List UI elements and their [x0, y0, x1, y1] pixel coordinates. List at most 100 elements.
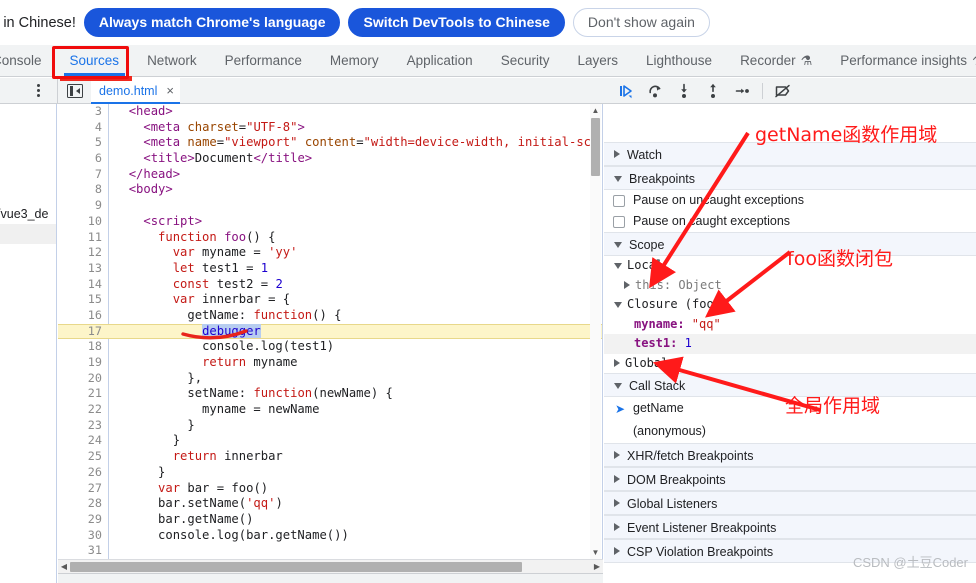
line-number[interactable]: 22 — [58, 402, 102, 418]
code-line[interactable]: 8 <body> — [58, 182, 602, 198]
line-number[interactable]: 15 — [58, 292, 102, 308]
tab-sources[interactable]: Sources — [56, 45, 134, 76]
code-line[interactable]: 5 <meta name="viewport" content="width=d… — [58, 135, 602, 151]
line-number[interactable]: 25 — [58, 449, 102, 465]
scrollbar-thumb[interactable] — [70, 562, 522, 572]
line-number[interactable]: 9 — [58, 198, 102, 214]
chevron-right-icon[interactable] — [614, 358, 620, 367]
line-number[interactable]: 27 — [58, 481, 102, 497]
scope-group-row[interactable]: Global — [604, 353, 976, 373]
code-line[interactable]: 16 getName: function() { — [58, 308, 602, 324]
code-line[interactable]: 4 <meta charset="UTF-8"> — [58, 120, 602, 136]
checkbox-icon[interactable] — [613, 194, 625, 207]
pause-on-uncaught-exceptions-row[interactable]: Pause on uncaught exceptions — [604, 190, 976, 211]
scroll-left-arrow-icon[interactable]: ◀ — [58, 560, 70, 574]
line-number[interactable]: 6 — [58, 151, 102, 167]
line-number[interactable]: 14 — [58, 277, 102, 293]
code-line[interactable]: 17 debugger — [58, 323, 602, 340]
code-line[interactable]: 15 var innerbar = { — [58, 292, 602, 308]
nav-row-selected[interactable] — [0, 224, 56, 244]
code-editor[interactable]: 3 <head> 4 <meta charset="UTF-8"> 5 <meta … — [58, 104, 603, 559]
nav-row[interactable] — [0, 104, 56, 124]
line-number[interactable]: 17 — [58, 324, 102, 340]
line-number[interactable]: 10 — [58, 214, 102, 230]
line-number[interactable]: 16 — [58, 308, 102, 324]
deactivate-breakpoints-icon[interactable] — [770, 80, 796, 102]
tab-security[interactable]: Security — [487, 45, 564, 76]
tab-recorder[interactable]: Recorder ⚗ — [726, 45, 826, 76]
code-line[interactable]: 21 setName: function(newName) { — [58, 386, 602, 402]
scope-this-row[interactable]: this: Object — [604, 275, 976, 295]
section-scope[interactable]: Scope — [604, 232, 976, 256]
code-line[interactable]: 28 bar.setName('qq') — [58, 496, 602, 512]
line-number[interactable]: 26 — [58, 465, 102, 481]
resume-script-execution-icon[interactable] — [613, 80, 639, 102]
code-line[interactable]: 19 return myname — [58, 355, 602, 371]
scope-group-row[interactable]: Closure (foo) — [604, 295, 976, 315]
line-number[interactable]: 12 — [58, 245, 102, 261]
section-global-listeners[interactable]: Global Listeners — [604, 491, 976, 515]
code-line[interactable]: 27 var bar = foo() — [58, 481, 602, 497]
chevron-right-icon[interactable] — [624, 280, 630, 289]
code-line[interactable]: 3 <head> — [58, 104, 602, 120]
line-number[interactable]: 18 — [58, 339, 102, 355]
line-number[interactable]: 13 — [58, 261, 102, 277]
chevron-down-icon[interactable] — [614, 263, 622, 269]
line-number[interactable]: 31 — [58, 543, 102, 559]
tab-lighthouse[interactable]: Lighthouse — [632, 45, 726, 76]
code-line[interactable]: 25 return innerbar — [58, 449, 602, 465]
editor-tab-demo-html[interactable]: demo.html × — [91, 77, 180, 104]
code-line[interactable]: 12 var myname = 'yy' — [58, 245, 602, 261]
checkbox-icon[interactable] — [613, 215, 625, 228]
nav-row[interactable] — [0, 144, 56, 164]
more-options-icon[interactable] — [30, 82, 46, 100]
code-line[interactable]: 22 myname = newName — [58, 402, 602, 418]
call-stack-row[interactable]: (anonymous) — [604, 420, 976, 443]
line-number[interactable]: 7 — [58, 167, 102, 183]
tab-layers[interactable]: Layers — [563, 45, 632, 76]
nav-row[interactable] — [0, 184, 56, 204]
step-into-next-function-call-icon[interactable] — [671, 80, 697, 102]
code-line[interactable]: 24 } — [58, 433, 602, 449]
code-line[interactable]: 29 bar.getName() — [58, 512, 602, 528]
line-number[interactable]: 3 — [58, 104, 102, 120]
scroll-right-arrow-icon[interactable]: ▶ — [591, 560, 603, 574]
call-stack-row-current[interactable]: ➤ getName — [604, 397, 976, 420]
nav-row-folder-path[interactable]: D/vue3_de — [0, 204, 56, 224]
scroll-down-arrow-icon[interactable]: ▼ — [590, 547, 601, 558]
code-line[interactable]: 13 let test1 = 1 — [58, 261, 602, 277]
tab-performance[interactable]: Performance — [211, 45, 316, 76]
tab-performance-insights[interactable]: Performance insights ⚗ — [826, 45, 976, 76]
code-line[interactable]: 7 </head> — [58, 167, 602, 183]
line-number[interactable]: 20 — [58, 371, 102, 387]
code-line[interactable]: 26 } — [58, 465, 602, 481]
line-number[interactable]: 28 — [58, 496, 102, 512]
step-out-of-current-function-icon[interactable] — [700, 80, 726, 102]
section-dom-breakpoints[interactable]: DOM Breakpoints — [604, 467, 976, 491]
code-line[interactable]: 6 <title>Document</title> — [58, 151, 602, 167]
section-xhr-fetch-breakpoints[interactable]: XHR/fetch Breakpoints — [604, 443, 976, 467]
line-number[interactable]: 24 — [58, 433, 102, 449]
scope-property-row[interactable]: myname: "qq" — [604, 314, 976, 334]
line-number[interactable]: 23 — [58, 418, 102, 434]
line-number[interactable]: 5 — [58, 135, 102, 151]
section-breakpoints[interactable]: Breakpoints — [604, 166, 976, 190]
code-line[interactable]: 11 function foo() { — [58, 230, 602, 246]
scrollbar-thumb[interactable] — [591, 118, 600, 176]
pause-on-caught-exceptions-row[interactable]: Pause on caught exceptions — [604, 211, 976, 232]
show-navigator-panel-icon[interactable] — [67, 83, 83, 98]
scope-property-row[interactable]: test1: 1 — [604, 334, 976, 354]
code-line[interactable]: 23 } — [58, 418, 602, 434]
dont-show-again-button[interactable]: Don't show again — [572, 8, 710, 37]
code-content[interactable]: 3 <head> 4 <meta charset="UTF-8"> 5 <meta … — [58, 104, 602, 559]
code-line[interactable]: 30 console.log(bar.getName()) — [58, 528, 602, 544]
line-number[interactable]: 30 — [58, 528, 102, 544]
line-number[interactable]: 8 — [58, 182, 102, 198]
line-number[interactable]: 21 — [58, 386, 102, 402]
tab-application[interactable]: Application — [393, 45, 487, 76]
close-icon[interactable]: × — [166, 84, 174, 97]
section-call-stack[interactable]: Call Stack — [604, 373, 976, 397]
tab-console[interactable]: Console — [0, 45, 56, 76]
chevron-down-icon[interactable] — [614, 302, 622, 308]
step-over-next-function-call-icon[interactable] — [642, 80, 668, 102]
